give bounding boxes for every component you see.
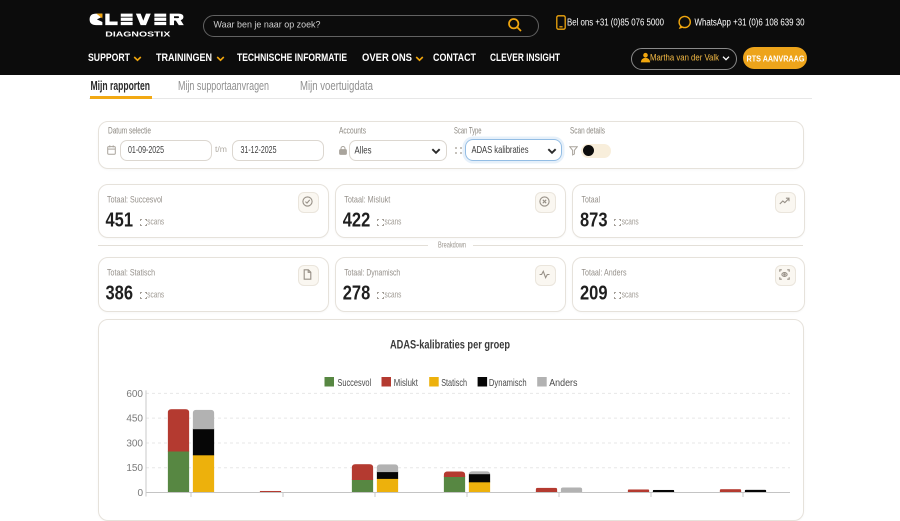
svg-text:Mijn rapporten: Mijn rapporten bbox=[91, 79, 151, 93]
svg-text:scans: scans bbox=[147, 290, 164, 301]
svg-text:873: 873 bbox=[580, 209, 608, 232]
svg-text:RTS AANVRAAG: RTS AANVRAAG bbox=[747, 54, 805, 64]
svg-text:scans: scans bbox=[384, 217, 401, 228]
svg-text:TRAININGEN: TRAININGEN bbox=[156, 52, 212, 64]
svg-text:Bel ons +31 (0)85 076 5000: Bel ons +31 (0)85 076 5000 bbox=[567, 18, 664, 29]
svg-text:scans: scans bbox=[147, 217, 164, 228]
svg-text:SUPPORT: SUPPORT bbox=[88, 52, 130, 64]
svg-text:Totaal: Statisch: Totaal: Statisch bbox=[107, 268, 155, 279]
svg-text:386: 386 bbox=[106, 282, 134, 305]
svg-text:Totaal: Anders: Totaal: Anders bbox=[582, 268, 627, 279]
svg-text:CONTACT: CONTACT bbox=[433, 52, 476, 64]
svg-text:278: 278 bbox=[343, 282, 371, 305]
svg-text:209: 209 bbox=[580, 282, 608, 305]
svg-text:Totaal: Mislukt: Totaal: Mislukt bbox=[344, 195, 390, 206]
svg-text:CLEVER INSIGHT: CLEVER INSIGHT bbox=[490, 52, 560, 64]
svg-text:Totaal: Succesvol: Totaal: Succesvol bbox=[107, 195, 163, 206]
svg-text:Alles: Alles bbox=[355, 145, 372, 157]
svg-text:Scan Type: Scan Type bbox=[454, 126, 482, 136]
svg-text:Accounts: Accounts bbox=[339, 126, 366, 136]
svg-text:Scan details: Scan details bbox=[570, 126, 605, 136]
svg-text:scans: scans bbox=[622, 290, 639, 301]
svg-text:Totaal: Dynamisch: Totaal: Dynamisch bbox=[344, 268, 400, 279]
svg-text:scans: scans bbox=[384, 290, 401, 301]
svg-text:Waar ben je naar op zoek?: Waar ben je naar op zoek? bbox=[214, 20, 321, 31]
svg-text:TECHNISCHE INFORMATIE: TECHNISCHE INFORMATIE bbox=[237, 52, 347, 64]
svg-text:Datum selectie: Datum selectie bbox=[108, 126, 151, 136]
svg-text:ADAS kalibraties: ADAS kalibraties bbox=[472, 144, 529, 156]
svg-text:01-09-2025: 01-09-2025 bbox=[128, 144, 164, 156]
svg-text:Mijn supportaanvragen: Mijn supportaanvragen bbox=[178, 79, 269, 93]
svg-text:Martha van der Valk: Martha van der Valk bbox=[650, 53, 719, 63]
svg-text:scans: scans bbox=[622, 217, 639, 228]
svg-text:OVER ONS: OVER ONS bbox=[362, 52, 412, 64]
svg-text:WhatsApp +31 (0)6 108 639 30: WhatsApp +31 (0)6 108 639 30 bbox=[695, 18, 805, 29]
svg-text:422: 422 bbox=[343, 209, 371, 232]
svg-text:31-12-2025: 31-12-2025 bbox=[241, 144, 277, 156]
svg-text:Totaal: Totaal bbox=[582, 195, 601, 206]
svg-text:ADAS-kalibraties per groep: ADAS-kalibraties per groep bbox=[390, 340, 510, 352]
svg-text:Mijn voertuigdata: Mijn voertuigdata bbox=[300, 79, 373, 93]
svg-text:Breakdown: Breakdown bbox=[438, 240, 466, 250]
svg-text:t/m: t/m bbox=[215, 145, 227, 154]
svg-text:451: 451 bbox=[106, 209, 134, 232]
